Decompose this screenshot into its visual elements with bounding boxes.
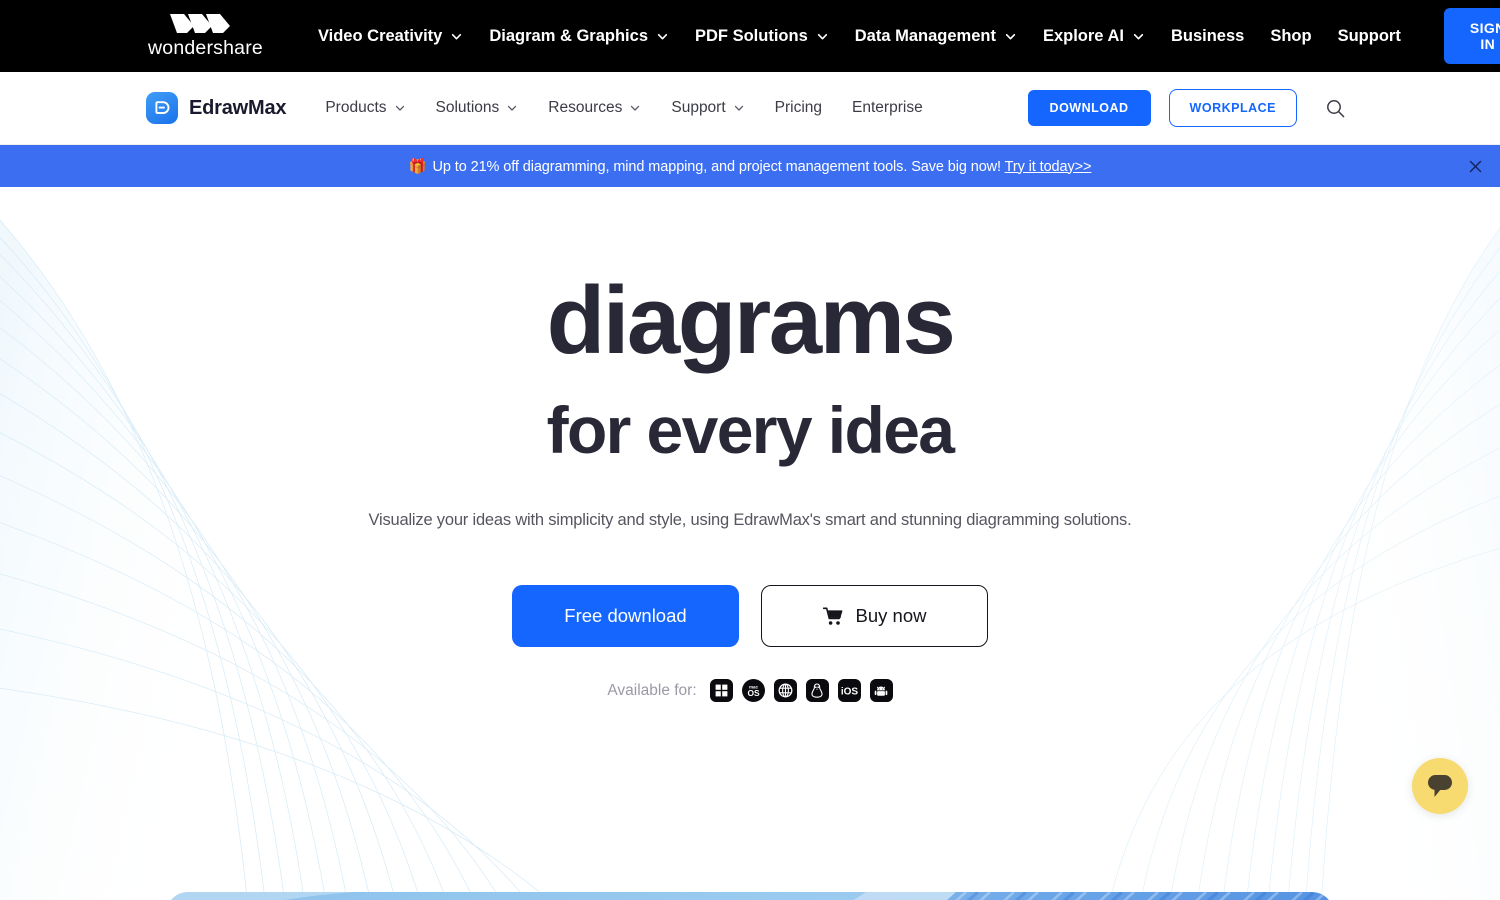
chat-bubble-icon (1428, 775, 1452, 797)
subnav-label: Resources (548, 99, 623, 116)
subnav-label: Enterprise (852, 99, 923, 116)
platform-windows[interactable] (709, 679, 733, 702)
top-nav-links: Video Creativity Diagram & Graphics PDF … (305, 21, 1414, 52)
topnav-label: Shop (1270, 26, 1312, 45)
chevron-down-icon (817, 33, 827, 39)
search-icon (1327, 99, 1345, 117)
svg-text:iOS: iOS (841, 687, 859, 697)
topnav-item-data-management[interactable]: Data Management (842, 21, 1030, 52)
subnav-label: Solutions (435, 99, 500, 116)
buy-now-button[interactable]: Buy now (761, 585, 988, 647)
buy-now-label: Buy now (855, 605, 927, 626)
promotional-banner: 🎁 Up to 21% off diagramming, mind mappin… (0, 145, 1500, 187)
subnav-label: Products (325, 99, 387, 116)
macos-icon: mac OS (747, 685, 760, 699)
product-nav-actions: DOWNLOAD WORKPLACE (1027, 89, 1350, 127)
hero-content: diagrams for every idea Visualize your i… (0, 187, 1500, 702)
product-nav-links: Products Solutions Resources Support Pri… (310, 91, 937, 125)
promo-banner-text: 🎁 Up to 21% off diagramming, mind mappin… (409, 158, 1092, 175)
close-banner-button[interactable] (1462, 153, 1488, 179)
wondershare-wordmark: wondershare (148, 37, 263, 59)
topnav-item-video-creativity[interactable]: Video Creativity (305, 21, 476, 52)
windows-icon (715, 684, 728, 697)
hero-image-card (166, 892, 1334, 900)
topnav-label: Diagram & Graphics (489, 26, 648, 45)
platform-macos[interactable]: mac OS (741, 679, 765, 702)
platform-android[interactable] (869, 679, 893, 702)
topnav-label: Support (1337, 26, 1401, 45)
free-download-button[interactable]: Free download (512, 585, 739, 647)
available-platforms: Available for: mac OS iOS (607, 679, 893, 702)
platform-linux[interactable] (805, 679, 829, 702)
promo-message: Up to 21% off diagramming, mind mapping,… (428, 158, 1005, 175)
chevron-down-icon (734, 105, 743, 111)
android-icon (874, 686, 888, 696)
chevron-down-icon (1133, 33, 1144, 39)
gift-icon: 🎁 (408, 158, 427, 175)
hero-description: Visualize your ideas with simplicity and… (368, 511, 1132, 529)
chevron-down-icon (631, 105, 640, 111)
subnav-item-products[interactable]: Products (310, 91, 420, 125)
close-icon (1469, 160, 1481, 172)
subnav-item-solutions[interactable]: Solutions (421, 91, 534, 125)
platform-ios[interactable]: iOS (837, 679, 861, 702)
topnav-label: Video Creativity (317, 26, 443, 45)
hero-section: diagrams for every idea Visualize your i… (0, 187, 1500, 900)
chevron-down-icon (1005, 33, 1016, 39)
topnav-label: Business (1170, 26, 1245, 45)
top-navigation-bar: wondershare Video Creativity Diagram & G… (0, 0, 1500, 72)
workplace-button[interactable]: WORKPLACE (1168, 89, 1297, 127)
topnav-item-explore-ai[interactable]: Explore AI (1030, 21, 1158, 52)
topnav-item-business[interactable]: Business (1158, 21, 1257, 52)
subnav-item-support[interactable]: Support (656, 91, 759, 125)
topnav-label: PDF Solutions (695, 26, 808, 45)
search-button[interactable] (1321, 94, 1350, 123)
subnav-label: Support (671, 99, 726, 116)
wondershare-logo[interactable]: wondershare (148, 12, 263, 60)
edrawmax-brand[interactable]: EdrawMax (146, 92, 287, 124)
platform-web[interactable] (773, 679, 797, 702)
topnav-item-diagram-graphics[interactable]: Diagram & Graphics (476, 21, 682, 52)
topnav-label: Data Management (854, 26, 996, 45)
chevron-down-icon (452, 33, 462, 39)
linux-penguin-icon (811, 683, 823, 698)
chevron-down-icon (657, 33, 668, 39)
shopping-cart-icon (822, 607, 842, 625)
promo-cta-link[interactable]: Try it today>> (1005, 159, 1092, 175)
available-for-label: Available for: (607, 681, 697, 699)
edrawmax-logo-icon (146, 92, 178, 124)
subnav-label: Pricing (774, 99, 823, 116)
globe-web-icon (778, 683, 793, 698)
hero-cta-row: Free download Buy now (512, 585, 988, 647)
hero-subheadline: for every idea (546, 393, 955, 467)
edrawmax-wordmark: EdrawMax (189, 96, 287, 119)
hero-image (166, 892, 1334, 900)
chat-support-button[interactable] (1412, 758, 1468, 814)
svg-text:OS: OS (747, 688, 760, 698)
topnav-label: Explore AI (1042, 26, 1124, 45)
sign-in-button[interactable]: SIGN IN (1443, 8, 1500, 64)
ios-icon: iOS (841, 687, 859, 697)
subnav-item-resources[interactable]: Resources (533, 91, 656, 125)
download-button[interactable]: DOWNLOAD (1027, 90, 1151, 126)
chevron-down-icon (395, 105, 404, 111)
topnav-item-shop[interactable]: Shop (1257, 21, 1324, 52)
topnav-item-pdf-solutions[interactable]: PDF Solutions (682, 21, 842, 52)
hero-headline: diagrams (546, 267, 956, 374)
subnav-item-enterprise[interactable]: Enterprise (837, 91, 938, 125)
subnav-item-pricing[interactable]: Pricing (760, 91, 837, 125)
product-navigation-bar: EdrawMax Products Solutions Resources Su… (0, 72, 1500, 145)
chevron-down-icon (508, 105, 517, 111)
topnav-item-support[interactable]: Support (1325, 21, 1414, 52)
wondershare-logo-icon (170, 14, 231, 33)
